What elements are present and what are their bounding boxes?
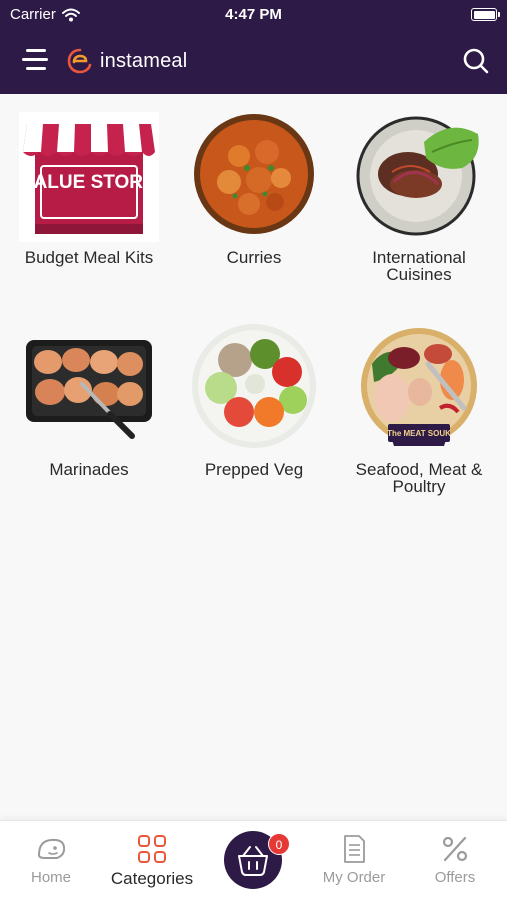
instameal-logo-icon xyxy=(67,48,92,74)
category-budget-meal-kits[interactable]: VALUE STORE Budget Meal Kits xyxy=(9,112,169,266)
hamburger-menu-icon[interactable] xyxy=(20,46,50,74)
marinade-tray-image xyxy=(24,324,154,454)
receipt-icon xyxy=(344,835,365,863)
tab-label: Categories xyxy=(110,869,194,888)
meat-souk-image-text: The MEAT SOUK xyxy=(387,429,451,438)
curry-bowl-image xyxy=(189,112,319,242)
tab-label: Offers xyxy=(434,869,476,886)
category-label: International Cuisines xyxy=(372,248,466,284)
app-logo: instameal xyxy=(66,46,187,76)
brand-name: instameal xyxy=(100,49,188,72)
battery-icon xyxy=(471,8,500,21)
tab-my-order[interactable]: My Order xyxy=(304,821,404,900)
category-prepped-veg[interactable]: Prepped Veg xyxy=(174,324,334,478)
search-icon[interactable] xyxy=(461,46,491,76)
category-label: Budget Meal Kits xyxy=(24,248,154,267)
value-store-image: VALUE STORE xyxy=(19,112,159,242)
categories-grid-icon xyxy=(138,835,166,863)
tab-home[interactable]: Home xyxy=(1,821,101,900)
bottom-tab-bar: Home Categories 0 My Order Offers xyxy=(0,820,507,900)
prepped-veg-bowl-image xyxy=(189,324,319,454)
category-label: Curries xyxy=(226,248,282,267)
category-seafood-meat-poultry[interactable]: The MEAT SOUK Seafood, Meat & Poultry xyxy=(339,324,499,495)
tab-label: Home xyxy=(30,869,71,886)
category-international-cuisines[interactable]: International Cuisines xyxy=(339,112,499,283)
category-curries[interactable]: Curries xyxy=(174,112,334,266)
value-store-image-text: VALUE STORE xyxy=(22,172,155,193)
international-plate-image xyxy=(354,112,484,242)
percent-icon xyxy=(442,836,468,862)
cart-count-badge: 0 xyxy=(268,833,290,855)
tab-label: My Order xyxy=(322,869,386,886)
category-label: Marinades xyxy=(49,460,129,479)
category-label: Seafood, Meat & Poultry xyxy=(355,460,483,496)
meat-souk-image: The MEAT SOUK xyxy=(354,324,484,454)
tab-offers[interactable]: Offers xyxy=(405,821,505,900)
clock: 4:47 PM xyxy=(225,6,282,23)
home-icon xyxy=(37,838,66,859)
status-bar: Carrier 4:47 PM xyxy=(0,0,507,28)
tab-categories[interactable]: Categories xyxy=(102,821,202,900)
category-marinades[interactable]: Marinades xyxy=(9,324,169,478)
app-header: instameal xyxy=(0,28,507,94)
category-label: Prepped Veg xyxy=(204,460,304,479)
